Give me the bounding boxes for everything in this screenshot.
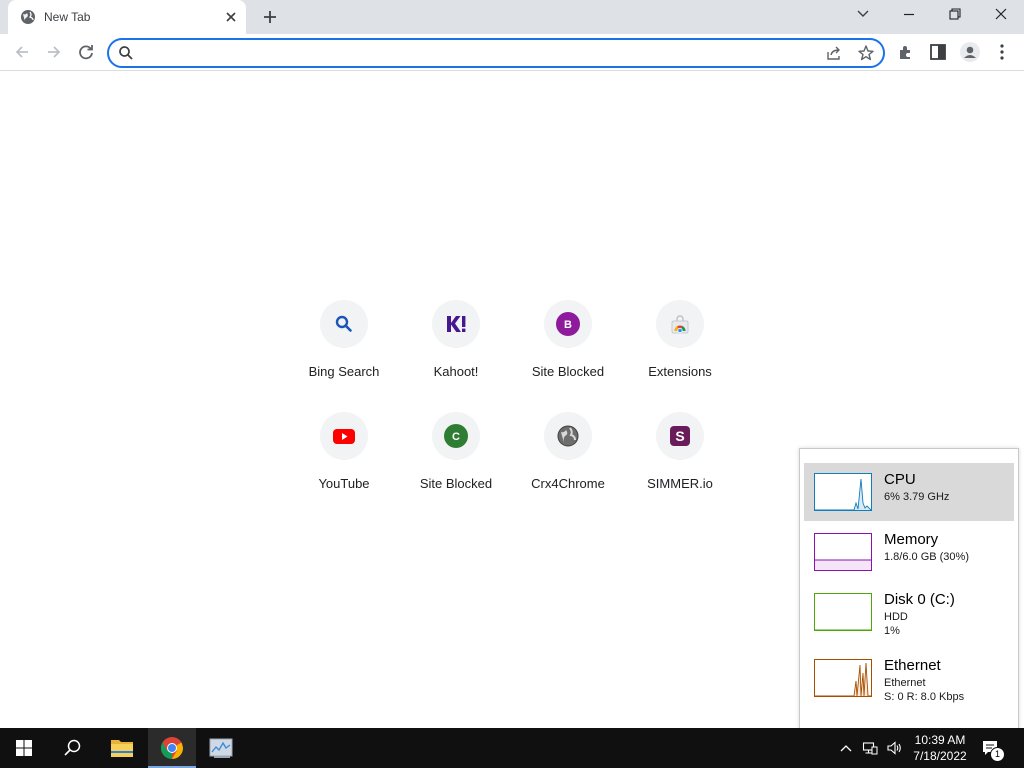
perf-detail: HDD — [884, 611, 908, 623]
close-tab-icon[interactable] — [222, 8, 240, 26]
taskbar-chrome-button[interactable] — [148, 728, 196, 768]
perf-name: Ethernet — [884, 657, 941, 674]
shortcut-icon-circle: B — [544, 300, 592, 348]
globe-icon — [21, 10, 35, 24]
volume-icon[interactable] — [886, 740, 902, 756]
shortcut-icon-circle — [320, 300, 368, 348]
file-explorer-icon[interactable] — [98, 728, 146, 768]
letter-b-icon: B — [556, 312, 580, 336]
tab-search-button[interactable] — [840, 0, 886, 30]
network-icon[interactable] — [862, 740, 878, 756]
search-icon — [119, 46, 133, 60]
memory-graph — [814, 533, 872, 571]
letter-c-icon: C — [444, 424, 468, 448]
perf-name: Memory — [884, 531, 939, 548]
side-panel-icon[interactable] — [927, 41, 949, 63]
bookmark-star-icon[interactable] — [857, 44, 875, 62]
shortcut-crx4chrome[interactable]: Crx4Chrome — [512, 412, 624, 524]
close-window-button[interactable] — [978, 0, 1024, 30]
restore-button[interactable] — [932, 0, 978, 30]
shortcut-label: Extensions — [648, 364, 712, 379]
shortcut-youtube[interactable]: YouTube — [288, 412, 400, 524]
perf-detail-2: 1% — [884, 625, 900, 637]
shortcut-label: Crx4Chrome — [531, 476, 605, 491]
perf-detail-2: S: 0 R: 8.0 Kbps — [884, 691, 965, 703]
simmer-icon: S — [670, 426, 690, 446]
letter-s: S — [675, 428, 684, 444]
profile-avatar-icon[interactable] — [959, 41, 981, 63]
clock-date: 7/18/2022 — [913, 749, 967, 763]
shortcut-icon-circle — [432, 300, 480, 348]
perf-detail: 6% 3.79 GHz — [884, 491, 950, 503]
new-tab-button[interactable] — [259, 6, 281, 28]
shortcut-label: Kahoot! — [433, 364, 479, 379]
perf-item-memory[interactable]: Memory 1.8/6.0 GB (30%) — [804, 523, 1014, 581]
youtube-icon — [333, 429, 355, 444]
perf-item-disk[interactable]: Disk 0 (C:) HDD 1% — [804, 583, 1014, 641]
letter-b: B — [564, 319, 572, 331]
back-icon[interactable] — [11, 41, 33, 63]
perf-item-cpu[interactable]: CPU 6% 3.79 GHz — [804, 463, 1014, 521]
shortcut-icon-circle: C — [432, 412, 480, 460]
shortcut-extensions[interactable]: Extensions — [624, 300, 736, 412]
windows-taskbar: 10:39 AM 7/18/2022 1 — [0, 728, 1024, 768]
shortcut-kahoot[interactable]: Kahoot! — [400, 300, 512, 412]
windows-start-icon[interactable] — [0, 728, 48, 768]
action-center-button[interactable]: 1 — [980, 738, 1005, 762]
show-hidden-icons-icon[interactable] — [838, 740, 854, 756]
perf-name: Disk 0 (C:) — [884, 591, 955, 608]
shortcut-icon-circle — [656, 300, 704, 348]
shortcut-simmer-io[interactable]: S SIMMER.io — [624, 412, 736, 524]
shortcut-label: SIMMER.io — [647, 476, 713, 491]
cpu-graph — [814, 473, 872, 511]
perf-detail: Ethernet — [884, 677, 926, 689]
task-manager-flyout: CPU 6% 3.79 GHz Memory 1.8/6.0 GB (30%) … — [799, 448, 1019, 730]
chrome-store-icon — [671, 315, 689, 334]
system-clock[interactable]: 10:39 AM 7/18/2022 — [908, 732, 972, 764]
tab-new-tab[interactable]: New Tab — [8, 0, 246, 34]
task-manager-icon[interactable] — [198, 728, 246, 768]
extensions-icon[interactable] — [895, 41, 917, 63]
menu-kebab-icon[interactable] — [991, 41, 1013, 63]
globe-icon — [557, 425, 579, 447]
letter-c: C — [452, 431, 460, 443]
notification-count-badge: 1 — [990, 747, 1005, 762]
perf-detail: 1.8/6.0 GB (30%) — [884, 551, 969, 563]
perf-name: CPU — [884, 471, 916, 488]
taskbar-search-icon[interactable] — [48, 728, 96, 768]
tab-title: New Tab — [44, 10, 91, 24]
disk-graph — [814, 593, 872, 631]
shortcut-icon-circle — [544, 412, 592, 460]
address-input[interactable] — [141, 43, 795, 65]
shortcut-label: Site Blocked — [531, 364, 605, 379]
ethernet-graph — [814, 659, 872, 697]
kahoot-icon — [447, 316, 466, 332]
clock-time: 10:39 AM — [914, 733, 966, 747]
search-icon — [335, 315, 352, 332]
shortcut-icon-circle: S — [656, 412, 704, 460]
shortcut-icon-circle — [320, 412, 368, 460]
shortcut-label: YouTube — [318, 476, 370, 491]
perf-item-ethernet[interactable]: Ethernet Ethernet S: 0 R: 8.0 Kbps — [804, 649, 1014, 707]
minimize-button[interactable] — [886, 0, 932, 30]
shortcut-label: Site Blocked — [419, 476, 493, 491]
reload-icon[interactable] — [75, 41, 97, 63]
shortcut-label: Bing Search — [308, 364, 380, 379]
tab-strip: New Tab — [0, 0, 1024, 34]
address-bar[interactable] — [107, 38, 885, 68]
browser-toolbar — [0, 34, 1024, 71]
forward-icon[interactable] — [43, 41, 65, 63]
shortcut-site-blocked-c[interactable]: C Site Blocked — [400, 412, 512, 524]
shortcut-site-blocked-b[interactable]: B Site Blocked — [512, 300, 624, 412]
chrome-icon — [161, 737, 183, 759]
shortcut-bing-search[interactable]: Bing Search — [288, 300, 400, 412]
share-icon[interactable] — [825, 44, 843, 62]
